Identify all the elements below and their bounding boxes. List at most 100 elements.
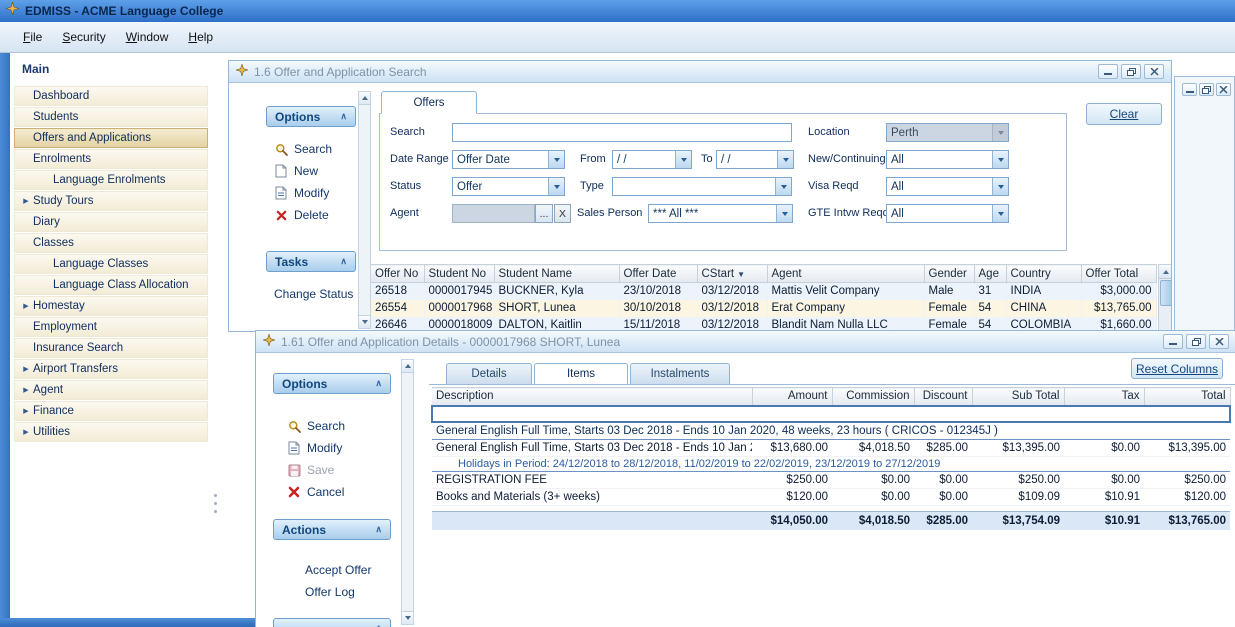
new-item-row[interactable]	[432, 406, 1230, 422]
sidebar-item-airport-transfers[interactable]: ▶Airport Transfers	[14, 359, 208, 379]
menu-item-window[interactable]: Window	[117, 27, 178, 47]
column-header-student-name[interactable]: Student Name	[494, 265, 619, 283]
agent-clear-button[interactable]: X	[554, 204, 571, 223]
column-header-commission[interactable]: Commission	[832, 388, 914, 406]
column-header-agent[interactable]: Agent	[767, 265, 924, 283]
sidebar-item-enrolments[interactable]: Enrolments	[14, 149, 208, 169]
search-input[interactable]	[452, 123, 792, 142]
sidebar-item-employment[interactable]: Employment	[14, 317, 208, 337]
sidebar-item-students[interactable]: Students	[14, 107, 208, 127]
details-panel-scrollbar[interactable]	[401, 359, 414, 625]
location-select[interactable]: Perth	[886, 123, 1009, 142]
sidebar-item-language-classes[interactable]: Language Classes	[14, 254, 208, 274]
scroll-up-icon[interactable]	[402, 360, 413, 373]
sidebar-item-language-enrolments[interactable]: Language Enrolments	[14, 170, 208, 190]
column-header-amount[interactable]: Amount	[752, 388, 832, 406]
options-panel-header[interactable]: Options ∧	[273, 373, 391, 394]
column-header-discount[interactable]: Discount	[914, 388, 972, 406]
save-item[interactable]: Save	[287, 462, 391, 478]
sidebar-item-classes[interactable]: Classes	[14, 233, 208, 253]
results-scrollbar[interactable]	[1158, 264, 1172, 332]
column-header-student-no[interactable]: Student No	[424, 265, 494, 283]
items-row[interactable]: REGISTRATION FEE$250.00$0.00$0.00$250.00…	[432, 472, 1230, 489]
sidebar-item-insurance-search[interactable]: Insurance Search	[14, 338, 208, 358]
reset-columns-button[interactable]: Reset Columns	[1131, 358, 1223, 379]
sidebar-item-offers-and-applications[interactable]: Offers and Applications	[14, 128, 208, 148]
clear-button[interactable]: Clear	[1086, 103, 1162, 125]
items-row[interactable]: Books and Materials (3+ weeks)$120.00$0.…	[432, 489, 1230, 506]
scroll-down-icon[interactable]	[359, 315, 370, 328]
column-header-description[interactable]: Description	[432, 388, 752, 406]
to-date-input[interactable]: / /	[716, 150, 794, 169]
partial-panel-header[interactable]: ∧	[273, 618, 391, 627]
column-header-country[interactable]: Country	[1006, 265, 1081, 283]
date-range-select[interactable]: Offer Date	[452, 150, 565, 169]
tab-details[interactable]: Details	[446, 363, 532, 385]
column-header-offer-date[interactable]: Offer Date	[619, 265, 697, 283]
actions-panel-header[interactable]: Actions ∧	[273, 519, 391, 540]
visa-reqd-select[interactable]: All	[886, 177, 1009, 196]
minimize-button[interactable]	[1163, 334, 1183, 349]
search-item[interactable]: Search	[274, 141, 356, 157]
sidebar-item-agent[interactable]: ▶Agent	[14, 380, 208, 400]
tab-instalments[interactable]: Instalments	[630, 363, 730, 385]
offer-log-item[interactable]: Offer Log	[305, 584, 391, 600]
scrollbar-thumb[interactable]	[1160, 280, 1172, 306]
close-button[interactable]	[1144, 64, 1164, 79]
column-header-gender[interactable]: Gender	[924, 265, 974, 283]
maximize-button[interactable]	[1186, 334, 1206, 349]
change-status-item[interactable]: Change Status	[274, 286, 356, 302]
minimize-button[interactable]	[1098, 64, 1118, 79]
results-row[interactable]: 265540000017968SHORT, Lunea30/10/201803/…	[371, 300, 1156, 317]
delete-item[interactable]: Delete	[274, 207, 356, 223]
agent-browse-button[interactable]: ...	[535, 204, 553, 223]
close-button[interactable]	[1209, 334, 1229, 349]
tasks-panel-header[interactable]: Tasks ∧	[266, 251, 356, 272]
sidebar-item-homestay[interactable]: ▶Homestay	[14, 296, 208, 316]
scroll-up-icon[interactable]	[359, 92, 370, 105]
sidebar-item-language-class-allocation[interactable]: Language Class Allocation	[14, 275, 208, 295]
column-header-age[interactable]: Age	[974, 265, 1006, 283]
accept-offer-item[interactable]: Accept Offer	[305, 562, 391, 578]
modify-item[interactable]: Modify	[287, 440, 391, 456]
menu-item-help[interactable]: Help	[179, 27, 222, 47]
column-header-offer-total[interactable]: Offer Total	[1081, 265, 1156, 283]
new-continuing-select[interactable]: All	[886, 150, 1009, 169]
sidebar-item-dashboard[interactable]: Dashboard	[14, 86, 208, 106]
scroll-down-icon[interactable]	[402, 611, 413, 624]
column-header-offer-no[interactable]: Offer No	[371, 265, 424, 283]
sidebar-item-study-tours[interactable]: ▶Study Tours	[14, 191, 208, 211]
column-header-cstart[interactable]: CStart▼	[697, 265, 767, 283]
minimize-button[interactable]	[1182, 83, 1197, 96]
status-select[interactable]: Offer	[452, 177, 565, 196]
type-select[interactable]	[612, 177, 792, 196]
column-header-total[interactable]: Total	[1144, 388, 1230, 406]
new-item[interactable]: New	[274, 163, 356, 179]
sidebar-item-finance[interactable]: ▶Finance	[14, 401, 208, 421]
menu-item-file[interactable]: File	[14, 27, 51, 47]
menu-item-security[interactable]: Security	[53, 27, 114, 47]
tab-items[interactable]: Items	[534, 363, 628, 385]
maximize-button[interactable]	[1199, 83, 1214, 96]
modify-item[interactable]: Modify	[274, 185, 356, 201]
application-titlebar[interactable]: EDMISS - ACME Language College	[0, 0, 1235, 22]
close-button[interactable]	[1216, 83, 1231, 96]
options-panel-header[interactable]: Options ∧	[266, 106, 356, 127]
offer-details-titlebar[interactable]: 1.61 Offer and Application Details - 000…	[256, 331, 1235, 353]
search-panel-scrollbar[interactable]	[358, 91, 371, 329]
sales-person-select[interactable]: *** All ***	[648, 204, 793, 223]
column-header-sub-total[interactable]: Sub Total	[972, 388, 1064, 406]
items-row[interactable]: General English Full Time, Starts 03 Dec…	[432, 440, 1230, 457]
from-date-input[interactable]: / /	[612, 150, 692, 169]
column-header-tax[interactable]: Tax	[1064, 388, 1144, 406]
offer-search-titlebar[interactable]: 1.6 Offer and Application Search	[229, 61, 1171, 83]
sidebar-item-diary[interactable]: Diary	[14, 212, 208, 232]
tab-offers[interactable]: Offers	[381, 91, 477, 114]
results-row[interactable]: 265180000017945BUCKNER, Kyla23/10/201803…	[371, 283, 1156, 300]
maximize-button[interactable]	[1121, 64, 1141, 79]
agent-input[interactable]	[452, 204, 535, 223]
search-item[interactable]: Search	[287, 418, 391, 434]
sidebar-item-utilities[interactable]: ▶Utilities	[14, 422, 208, 442]
scroll-up-icon[interactable]	[1159, 265, 1172, 279]
cancel-item[interactable]: Cancel	[287, 484, 391, 500]
